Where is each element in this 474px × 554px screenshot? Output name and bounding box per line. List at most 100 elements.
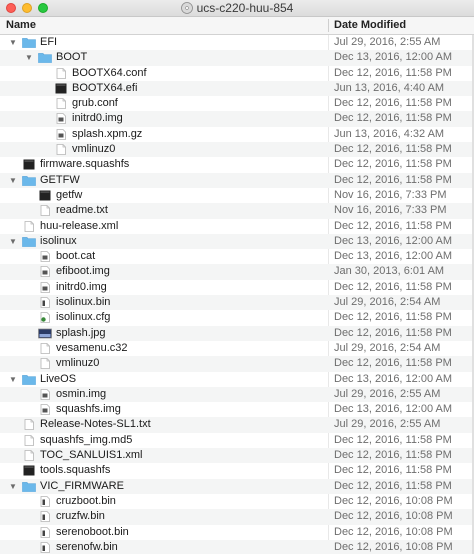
- file-row-bootx64-conf[interactable]: BOOTX64.conf Dec 12, 2016, 11:58 PM: [0, 66, 474, 81]
- file-row-squashfs-img[interactable]: squashfs.img Dec 13, 2016, 12:00 AM: [0, 402, 474, 417]
- file-name: cruzfw.bin: [56, 510, 105, 523]
- disclosure-triangle-icon[interactable]: ▼: [8, 173, 18, 188]
- file-row-bootx64-efi[interactable]: BOOTX64.efi Jun 13, 2016, 4:40 AM: [0, 80, 474, 97]
- file-row-grub-conf[interactable]: grub.conf Dec 12, 2016, 11:58 PM: [0, 96, 474, 111]
- date-modified: Dec 12, 2016, 11:58 PM: [334, 433, 452, 446]
- file-row-cruzboot-bin[interactable]: cruzboot.bin Dec 12, 2016, 10:08 PM: [0, 494, 474, 509]
- config-file-icon: [38, 312, 52, 324]
- date-modified: Dec 12, 2016, 11:58 PM: [334, 158, 452, 171]
- file-name: osmin.img: [56, 387, 107, 400]
- file-row-serenoboot-bin[interactable]: serenoboot.bin Dec 12, 2016, 10:08 PM: [0, 525, 474, 540]
- file-row-vic-firmware[interactable]: ▼ VIC_FIRMWARE Dec 12, 2016, 11:58 PM: [0, 478, 474, 494]
- date-modified: Jul 29, 2016, 2:55 AM: [334, 36, 441, 48]
- file-row-huu-release-xml[interactable]: huu-release.xml Dec 12, 2016, 11:58 PM: [0, 219, 474, 234]
- file-row-splash-xpm-gz[interactable]: splash.xpm.gz Jun 13, 2016, 4:32 AM: [0, 127, 474, 142]
- file-name: squashfs.img: [56, 403, 121, 416]
- disclosure-triangle-icon[interactable]: ▼: [24, 50, 34, 65]
- file-row-initrd0-img[interactable]: initrd0.img Dec 12, 2016, 11:58 PM: [0, 111, 474, 127]
- disk-image-file-icon: [38, 251, 52, 263]
- file-name: TOC_SANLUIS1.xml: [40, 449, 143, 462]
- file-row-boot[interactable]: ▼ BOOT Dec 13, 2016, 12:00 AM: [0, 50, 474, 66]
- file-row-initrd0-img[interactable]: initrd0.img Dec 12, 2016, 11:58 PM: [0, 280, 474, 295]
- file-row-efiboot-img[interactable]: efiboot.img Jan 30, 2013, 6:01 AM: [0, 264, 474, 280]
- date-modified: Dec 12, 2016, 11:58 PM: [334, 357, 452, 370]
- date-modified: Dec 12, 2016, 11:58 PM: [334, 280, 452, 293]
- date-modified: Nov 16, 2016, 7:33 PM: [334, 188, 447, 201]
- file-row-vmlinuz0[interactable]: vmlinuz0 Dec 12, 2016, 11:58 PM: [0, 142, 474, 158]
- executable-icon: [54, 83, 68, 94]
- window-title-area: ucs-c220-huu-854: [0, 0, 474, 16]
- disclosure-triangle-icon[interactable]: ▼: [8, 35, 18, 50]
- file-row-splash-jpg[interactable]: splash.jpg Dec 12, 2016, 11:58 PM: [0, 325, 474, 341]
- date-modified: Dec 12, 2016, 11:58 PM: [334, 173, 452, 186]
- file-row-isolinux-cfg[interactable]: isolinux.cfg Dec 12, 2016, 11:58 PM: [0, 310, 474, 325]
- document-icon: [38, 343, 52, 354]
- file-row-vmlinuz0[interactable]: vmlinuz0 Dec 12, 2016, 11:58 PM: [0, 356, 474, 372]
- file-name: vesamenu.c32: [56, 341, 128, 354]
- file-name: GETFW: [40, 173, 80, 186]
- folder-icon: [22, 481, 36, 492]
- date-modified-column-header[interactable]: Date Modified: [334, 17, 406, 34]
- date-modified: Dec 12, 2016, 11:58 PM: [334, 326, 452, 339]
- file-name: grub.conf: [72, 97, 118, 110]
- title-bar: ucs-c220-huu-854: [0, 0, 474, 17]
- date-modified: Dec 12, 2016, 11:58 PM: [334, 143, 452, 156]
- file-row-firmware-squashfs[interactable]: firmware.squashfs Dec 12, 2016, 11:58 PM: [0, 157, 474, 172]
- file-name: Release-Notes-SL1.txt: [40, 418, 151, 431]
- file-name: serenoboot.bin: [56, 525, 129, 538]
- file-name: tools.squashfs: [40, 464, 111, 477]
- date-modified: Dec 13, 2016, 12:00 AM: [334, 250, 453, 263]
- folder-icon: [22, 374, 36, 385]
- date-modified: Dec 13, 2016, 12:00 AM: [334, 51, 453, 64]
- disclosure-triangle-icon[interactable]: ▼: [8, 372, 18, 387]
- file-row-osmin-img[interactable]: osmin.img Jul 29, 2016, 2:55 AM: [0, 386, 474, 403]
- finder-window: ucs-c220-huu-854 Name Date Modified ▼ EFI…: [0, 0, 474, 554]
- document-icon: [54, 144, 68, 155]
- file-row-toc-sanluis1-xml[interactable]: TOC_SANLUIS1.xml Dec 12, 2016, 11:58 PM: [0, 448, 474, 464]
- disclosure-triangle-icon[interactable]: ▼: [8, 234, 18, 249]
- file-row-getfw[interactable]: getfw Nov 16, 2016, 7:33 PM: [0, 188, 474, 203]
- file-name: huu-release.xml: [40, 219, 119, 232]
- date-modified: Dec 12, 2016, 11:58 PM: [334, 449, 452, 462]
- binary-file-icon: [38, 541, 52, 553]
- file-row-isolinux-bin[interactable]: isolinux.bin Jul 29, 2016, 2:54 AM: [0, 295, 474, 311]
- file-row-isolinux[interactable]: ▼ isolinux Dec 13, 2016, 12:00 AM: [0, 233, 474, 250]
- file-row-tools-squashfs[interactable]: tools.squashfs Dec 12, 2016, 11:58 PM: [0, 463, 474, 478]
- disc-image-icon: [180, 2, 193, 14]
- file-name: splash.xpm.gz: [72, 127, 143, 140]
- file-row-release-notes-sl1-txt[interactable]: Release-Notes-SL1.txt Jul 29, 2016, 2:55 …: [0, 417, 474, 433]
- file-name: BOOTX64.efi: [72, 81, 138, 94]
- file-row-getfw[interactable]: ▼ GETFW Dec 12, 2016, 11:58 PM: [0, 172, 474, 188]
- file-row-readme-txt[interactable]: readme.txt Nov 16, 2016, 7:33 PM: [0, 203, 474, 219]
- document-icon: [22, 220, 36, 232]
- file-row-boot-cat[interactable]: boot.cat Dec 13, 2016, 12:00 AM: [0, 249, 474, 264]
- file-row-cruzfw-bin[interactable]: cruzfw.bin Dec 12, 2016, 10:08 PM: [0, 509, 474, 525]
- date-modified: Jul 29, 2016, 2:55 AM: [334, 418, 441, 431]
- column-divider[interactable]: [328, 19, 329, 32]
- date-modified: Dec 12, 2016, 11:58 PM: [334, 66, 452, 79]
- binary-file-icon: [38, 526, 52, 538]
- date-modified: Dec 12, 2016, 11:58 PM: [334, 97, 452, 110]
- folder-icon: [22, 175, 36, 186]
- folder-icon: [38, 52, 52, 64]
- file-row-serenofw-bin[interactable]: serenofw.bin Dec 12, 2016, 10:08 PM: [0, 539, 474, 554]
- file-row-squashfs-img-md5[interactable]: squashfs_img.md5 Dec 12, 2016, 11:58 PM: [0, 433, 474, 448]
- date-modified: Jun 13, 2016, 4:32 AM: [334, 127, 445, 140]
- disclosure-triangle-icon[interactable]: ▼: [8, 479, 18, 494]
- document-icon: [38, 358, 52, 370]
- file-row-liveos[interactable]: ▼ LiveOS Dec 13, 2016, 12:00 AM: [0, 372, 474, 387]
- file-name: isolinux.cfg: [56, 311, 111, 324]
- name-column-header[interactable]: Name: [6, 17, 36, 34]
- file-row-efi[interactable]: ▼ EFI Jul 29, 2016, 2:55 AM: [0, 35, 474, 50]
- document-icon: [38, 205, 52, 217]
- column-header: Name Date Modified: [0, 17, 474, 35]
- date-modified: Dec 12, 2016, 11:58 PM: [334, 112, 452, 125]
- date-modified: Dec 12, 2016, 10:08 PM: [334, 525, 453, 538]
- folder-icon: [22, 236, 36, 247]
- date-modified: Jul 29, 2016, 2:54 AM: [334, 296, 441, 309]
- date-modified: Jan 30, 2013, 6:01 AM: [334, 265, 445, 278]
- date-modified: Jul 29, 2016, 2:54 AM: [334, 341, 441, 354]
- file-row-vesamenu-c32[interactable]: vesamenu.c32 Jul 29, 2016, 2:54 AM: [0, 341, 474, 356]
- executable-icon: [38, 190, 52, 201]
- disk-image-file-icon: [38, 404, 52, 416]
